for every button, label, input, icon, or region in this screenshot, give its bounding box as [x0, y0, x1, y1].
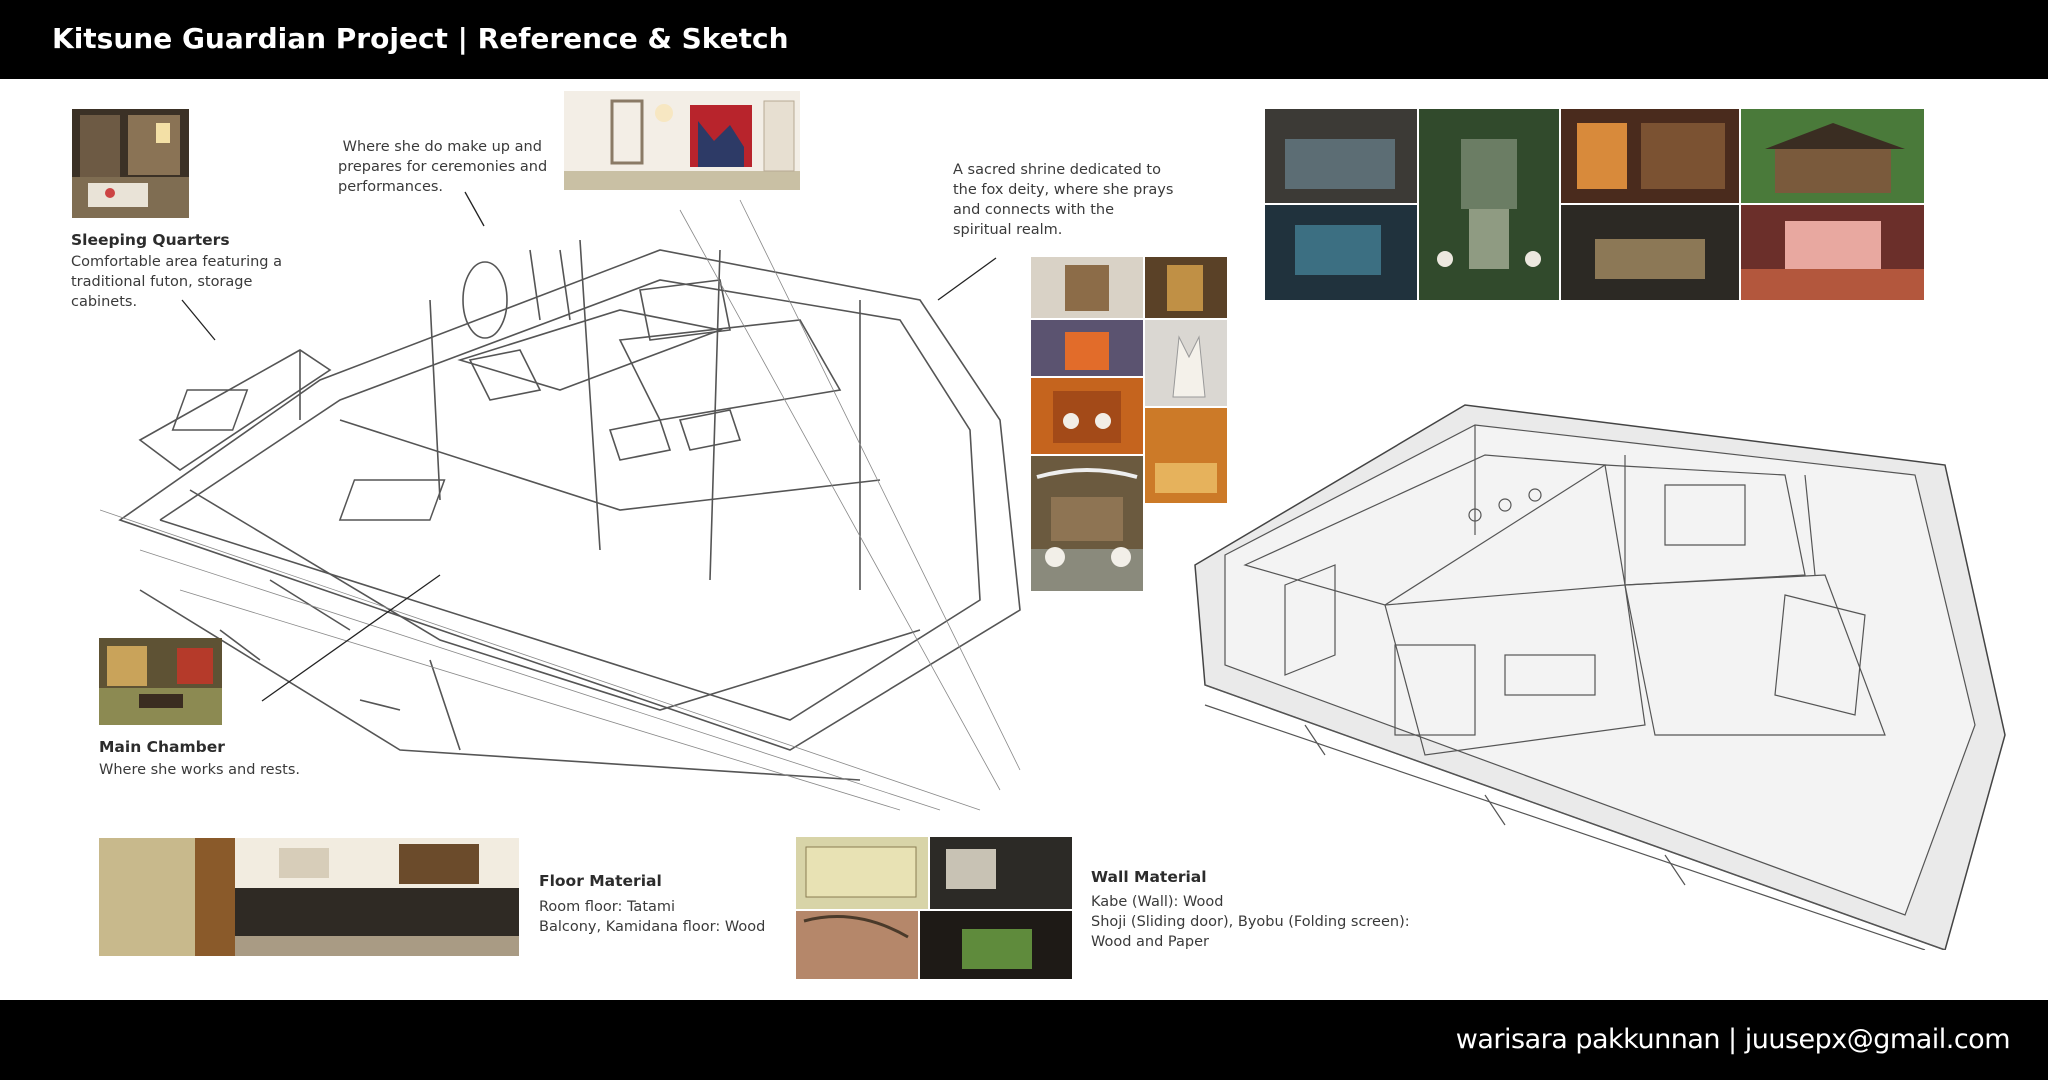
main-chamber-reference-photo — [99, 638, 222, 725]
main-chamber-caption: Where she works and rests. — [99, 760, 359, 780]
wall-material-heading: Wall Material — [1091, 868, 1207, 886]
footer-bar: warisara pakkunnan | juusepx@gmail.com — [0, 1000, 2048, 1080]
main-chamber-heading: Main Chamber — [99, 738, 225, 756]
wall-material-reference-photo — [796, 837, 1072, 979]
house-line-render — [1185, 395, 2015, 951]
caption-line: Balcony, Kamidana floor: Wood — [539, 919, 766, 935]
author-credit: warisara pakkunnan | juusepx@gmail.com — [1455, 1024, 2011, 1055]
floor-material-heading: Floor Material — [539, 872, 662, 890]
caption-line: Room floor: Tatami — [539, 899, 676, 915]
wall-material-caption: Kabe (Wall): Wood Shoji (Sliding door), … — [1091, 892, 1431, 952]
floor-material-caption: Room floor: Tatami Balcony, Kamidana flo… — [539, 897, 799, 937]
caption-line: Wood and Paper — [1091, 934, 1209, 950]
floor-material-reference-photo — [99, 838, 519, 956]
caption-line: Shoji (Sliding door), Byobu (Folding scr… — [1091, 914, 1410, 930]
caption-line: Where she works and rests. — [99, 762, 301, 778]
caption-line: Kabe (Wall): Wood — [1091, 894, 1224, 910]
